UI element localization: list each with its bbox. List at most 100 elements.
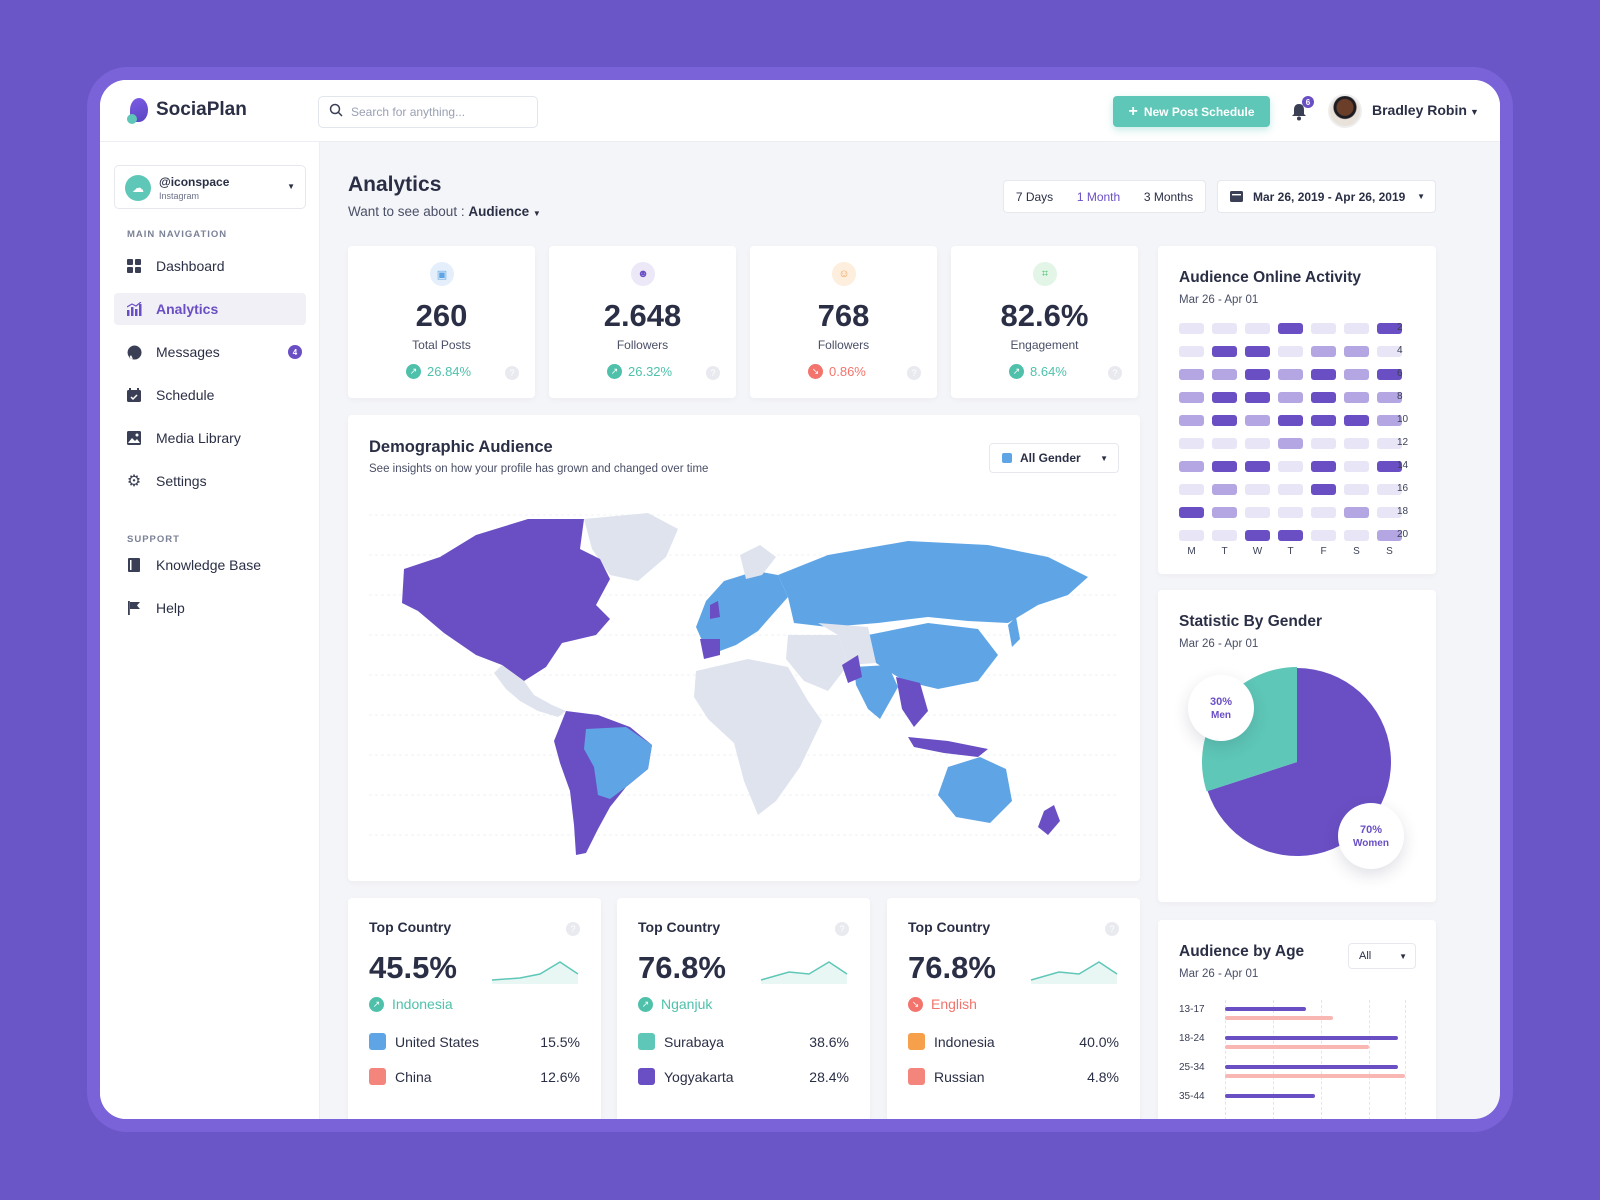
sidebar-item-label: Knowledge Base (156, 557, 262, 573)
tab-7-days[interactable]: 7 Days (1016, 190, 1053, 204)
top-bar: SociaPlan + New Post Schedule 6 Bradley … (100, 80, 1500, 142)
country-pct: 15.5% (540, 1033, 580, 1050)
stat-value: 768 (817, 298, 870, 333)
activity-cell (1179, 507, 1204, 518)
gender-filter-value: All Gender (1020, 451, 1081, 465)
help-icon[interactable]: ? (1105, 922, 1119, 936)
sidebar-item-media-library[interactable]: Media Library (114, 422, 306, 454)
activity-cell (1179, 484, 1204, 495)
flag-icon (126, 600, 142, 616)
day-label: F (1320, 546, 1327, 557)
search-input[interactable] (351, 105, 521, 119)
activity-cell (1245, 415, 1270, 426)
arrow-up-right-icon: ↗ (607, 364, 622, 379)
activity-cell (1179, 415, 1204, 426)
sidebar-item-schedule[interactable]: Schedule (114, 379, 306, 411)
top-country-name: Nganjuk (661, 996, 713, 1012)
activity-cell (1344, 484, 1369, 495)
main-nav-heading: MAIN NAVIGATION (127, 229, 228, 240)
activity-heatmap: 2 4 6 8 10 12 14 16 18 20 M T W T F S S (1179, 322, 1419, 563)
age-label: 25-34 (1179, 1062, 1205, 1073)
logo-icon (127, 98, 148, 124)
activity-cell (1179, 369, 1204, 380)
map-north-america (402, 519, 610, 681)
list-item: Indonesia 40.0% (908, 1033, 1119, 1050)
activity-cell (1311, 530, 1336, 541)
legend-swatch (908, 1068, 925, 1085)
sidebar-item-dashboard[interactable]: Dashboard (114, 250, 306, 282)
audience-dropdown-value: Audience (468, 204, 530, 219)
help-icon[interactable]: ? (706, 366, 720, 380)
sidebar-item-help[interactable]: Help (114, 592, 306, 624)
activity-cell (1212, 438, 1237, 449)
avatar[interactable] (1328, 94, 1362, 128)
age-filter-value: All (1359, 950, 1372, 962)
bar-chart-icon (126, 301, 142, 317)
grid-icon (126, 258, 142, 274)
country-name: Russian (934, 1068, 985, 1085)
sidebar-item-settings[interactable]: ⚙ Settings (114, 465, 306, 497)
day-label: S (1353, 546, 1360, 557)
sidebar-item-analytics[interactable]: Analytics (114, 293, 306, 325)
statistic-by-gender-card: Statistic By Gender Mar 26 - Apr 01 30% … (1158, 590, 1436, 902)
account-switcher[interactable]: ☁ @iconspace Instagram ▼ (114, 165, 306, 209)
age-label: 18-24 (1179, 1033, 1205, 1044)
chevron-down-icon: ▼ (1417, 192, 1425, 201)
tab-1-month[interactable]: 1 Month (1077, 190, 1120, 204)
hour-label: 8 (1397, 391, 1403, 402)
sidebar-item-messages[interactable]: Messages 4 (114, 336, 306, 368)
help-icon[interactable]: ? (1108, 366, 1122, 380)
plus-icon: + (1128, 102, 1138, 120)
stat-label: Total Posts (412, 338, 471, 352)
audience-dropdown[interactable]: Audience ▼ (468, 204, 540, 219)
activity-cell (1245, 461, 1270, 472)
date-range-picker[interactable]: Mar 26, 2019 - Apr 26, 2019 ▼ (1217, 180, 1436, 213)
legend-swatch (369, 1033, 386, 1050)
activity-cell (1245, 346, 1270, 357)
day-label: W (1252, 546, 1263, 557)
country-name: Surabaya (664, 1033, 724, 1050)
day-label: S (1386, 546, 1393, 557)
help-icon[interactable]: ? (835, 922, 849, 936)
notifications-button[interactable]: 6 (1290, 96, 1314, 122)
card-title: Top Country (908, 919, 991, 935)
age-filter-dropdown[interactable]: All ▼ (1348, 943, 1416, 969)
new-post-schedule-button[interactable]: + New Post Schedule (1113, 96, 1270, 127)
activity-cell (1245, 438, 1270, 449)
stat-change-value: 26.32% (628, 364, 673, 379)
support-heading: SUPPORT (127, 534, 180, 545)
user-name[interactable]: Bradley Robin (1372, 102, 1467, 118)
account-handle: @iconspace (159, 175, 230, 189)
sidebar-item-label: Settings (156, 473, 207, 489)
tab-3-months[interactable]: 3 Months (1144, 190, 1193, 204)
chevron-down-icon: ▼ (1100, 453, 1108, 463)
logo[interactable]: SociaPlan (127, 98, 247, 124)
demographic-audience-card: Demographic Audience See insights on how… (348, 415, 1140, 881)
sidebar-item-knowledge-base[interactable]: Knowledge Base (114, 549, 306, 581)
gender-filter-dropdown[interactable]: All Gender ▼ (989, 443, 1119, 473)
country-pct: 28.4% (809, 1068, 849, 1085)
search-box[interactable] (318, 96, 538, 128)
map-africa (694, 659, 822, 815)
activity-cell (1179, 461, 1204, 472)
chevron-down-icon[interactable]: ▼ (1470, 107, 1479, 117)
age-bar (1225, 1065, 1398, 1069)
sparkline (1030, 961, 1118, 984)
image-icon (126, 430, 142, 446)
top-country-card: Top Country ? 45.5% ↗ Indonesia United St… (348, 898, 601, 1119)
card-subtitle: Mar 26 - Apr 01 (1179, 294, 1259, 306)
help-icon[interactable]: ? (907, 366, 921, 380)
activity-cell (1212, 530, 1237, 541)
help-icon[interactable]: ? (505, 366, 519, 380)
sidebar: ☁ @iconspace Instagram ▼ MAIN NAVIGATION… (100, 142, 320, 1119)
activity-cell (1344, 530, 1369, 541)
activity-cell (1278, 461, 1303, 472)
activity-cell (1311, 346, 1336, 357)
stat-label: Followers (616, 338, 669, 352)
audience-by-age-card: Audience by Age Mar 26 - Apr 01 All ▼ 13… (1158, 920, 1436, 1119)
card-title: Audience Online Activity (1179, 269, 1362, 286)
image-icon: ▣ (430, 262, 454, 286)
chevron-down-icon: ▼ (532, 209, 541, 218)
help-icon[interactable]: ? (566, 922, 580, 936)
arrow-up-right-icon: ↗ (406, 364, 421, 379)
